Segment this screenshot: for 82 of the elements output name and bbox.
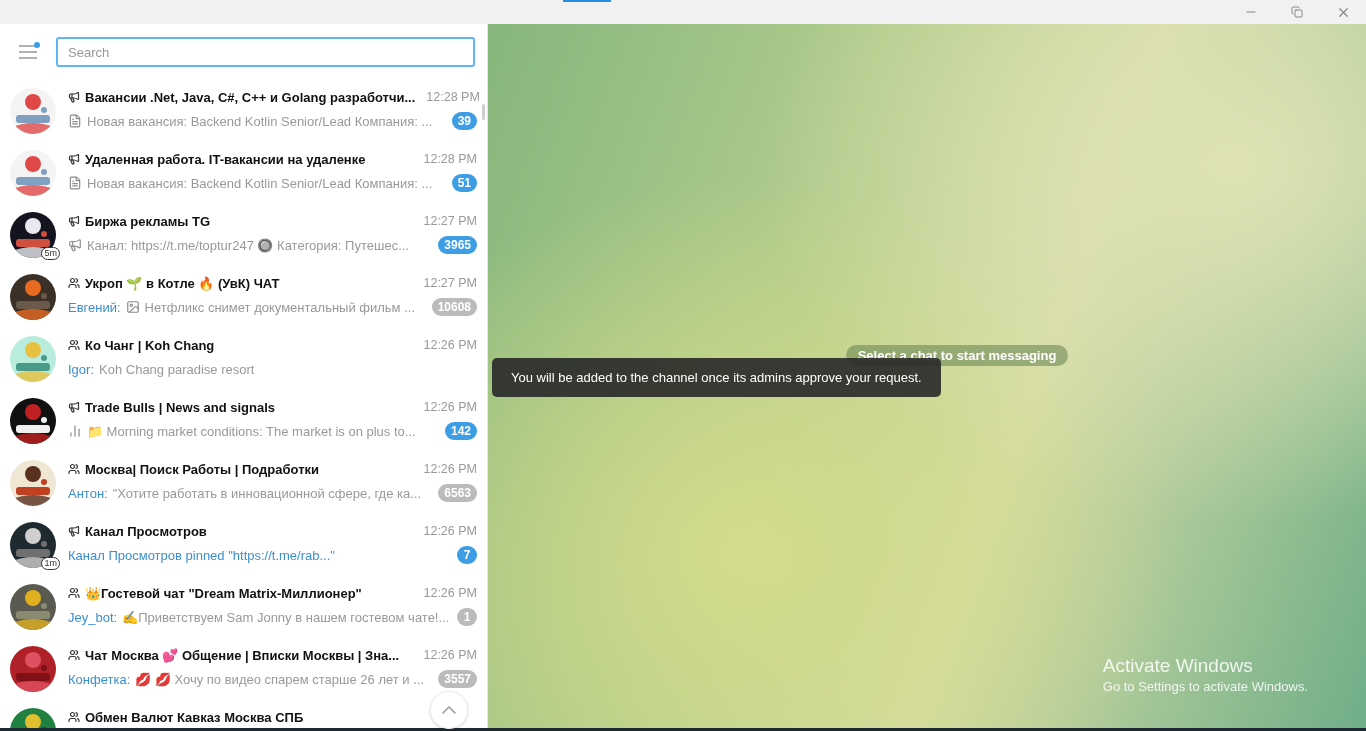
message-preview: 💋 💋 Хочу по видео спарем старше 26 лет и ...	[135, 670, 425, 688]
people-icon	[68, 587, 80, 599]
scroll-up-button[interactable]	[430, 691, 468, 729]
unread-count: 6563	[438, 484, 477, 502]
avatar-badge: 1m	[41, 557, 60, 570]
unread-count: 1	[457, 608, 477, 626]
chat-title: Биржа рекламы TG	[85, 212, 211, 230]
megaphone-icon	[68, 215, 80, 227]
chat-item[interactable]: 👑Гостевой чат "Dream Matrix-Миллионер" 12:26 PM Jey_bot: ✍Приветствуем Sam Jonny в нашем гостевом чате!... 1	[0, 576, 477, 638]
megaphone-icon	[68, 525, 80, 537]
chat-item[interactable]: 1m Канал Просмотров 12:26 PM Канал Просмотров pinned "https://t.me/rab..." 7	[0, 514, 477, 576]
chat-time: 12:28 PM	[425, 89, 480, 105]
message-preview: Канал Просмотров pinned "https://t.me/rab..."	[68, 546, 335, 564]
people-icon	[68, 339, 80, 351]
chat-time: 12:26 PM	[422, 399, 477, 415]
chat-item[interactable]: Чат Москва 💕 Общение | Вписки Москвы | Зна... 12:26 PM Конфетка: 💋 💋 Хочу по видео спарем старше 26 лет и ... 3557	[0, 638, 477, 700]
search-field[interactable]: Search	[56, 37, 475, 67]
chat-title: Чат Москва 💕 Общение | Вписки Москвы | Зна...	[85, 646, 400, 664]
unread-count: 39	[451, 112, 477, 130]
megaphone-icon	[68, 91, 80, 103]
people-icon	[68, 463, 80, 475]
megaphone-icon	[68, 238, 82, 252]
people-icon	[68, 277, 80, 289]
chat-time: 12:26 PM	[422, 337, 477, 353]
unread-count: 142	[444, 422, 477, 440]
unread-count: 51	[451, 174, 477, 192]
avatar-badge: 5m	[41, 247, 60, 260]
chat-item[interactable]: 5m Биржа рекламы TG 12:27 PM Канал: https://t.me/toptur247 🔘 Категория: Путешес... 3965	[0, 204, 477, 266]
message-preview: "Хотите работать в инновационной сфере, где ка...	[112, 484, 422, 502]
document-icon	[68, 176, 82, 190]
unread-count: 7	[457, 546, 477, 564]
activation-text: Go to Settings to activate Windows.	[1102, 679, 1308, 694]
chat-time: 12:28 PM	[422, 151, 477, 167]
image-icon	[125, 300, 140, 314]
bar-chart-icon	[68, 424, 82, 438]
unread-count: 3557	[438, 670, 477, 688]
message-preview: Koh Chang paradise resort	[99, 360, 255, 378]
sender-name: Конфетка:	[68, 670, 131, 688]
chat-item[interactable]: Москва| Поиск Работы | Подработки 12:26 PM Антон: "Хотите работать в инновационной сфере, где ка... 6563	[0, 452, 477, 514]
message-preview: Новая вакансия: Backend Kotlin Senior/Lead Компания: ...	[87, 174, 433, 192]
chat-title: Trade Bulls | News and signals	[85, 398, 276, 416]
message-preview: Канал: https://t.me/toptur247 🔘 Категория: Путешес...	[87, 236, 409, 254]
unread-count: 10608	[431, 298, 477, 316]
sender-name: Igor:	[68, 360, 94, 378]
chat-title: Вакансии .Net, Java, C#, C++ и Golang разработчи...	[85, 88, 416, 106]
chat-time: 12:26 PM	[422, 585, 477, 601]
message-preview: Новая вакансия: Backend Kotlin Senior/Lead Компания: ...	[87, 112, 433, 130]
activation-title: Activate Windows	[1102, 655, 1254, 677]
message-preview: Нетфликс снимет документальный фильм ...	[144, 298, 415, 316]
document-icon	[68, 114, 82, 128]
message-preview: ✍Приветствуем Sam Jonny в нашем гостевом чате!...	[122, 608, 450, 626]
chat-title: Канал Просмотров	[85, 522, 207, 540]
megaphone-icon	[68, 401, 80, 413]
loading-indicator	[563, 0, 611, 2]
people-icon	[68, 711, 80, 723]
restore-icon	[1291, 6, 1303, 18]
chat-title: Ко Чанг | Koh Chang	[85, 336, 215, 354]
chat-title: Укроп 🌱 в Котле 🔥 (УвК) ЧАТ	[85, 274, 280, 292]
chat-title: Москва| Поиск Работы | Подработки	[85, 460, 319, 478]
chat-item[interactable]: Trade Bulls | News and signals 12:26 PM 📁 Morning market conditions: The market is on plus to... 142	[0, 390, 477, 452]
chat-item[interactable]: Укроп 🌱 в Котле 🔥 (УвК) ЧАТ 12:27 PM Евгений: Нетфликс снимет документальный фильм ... 10608	[0, 266, 477, 328]
chat-title: 👑Гостевой чат "Dream Matrix-Миллионер"	[85, 584, 362, 602]
megaphone-icon	[68, 153, 80, 165]
chat-time: 12:26 PM	[422, 461, 477, 477]
chat-time: 12:27 PM	[422, 275, 477, 291]
scrollbar-thumb[interactable]	[482, 104, 485, 120]
chat-item[interactable]: Вакансии .Net, Java, C#, C++ и Golang разработчи... 12:28 PM Новая вакансия: Backend Kotlin Senior/Lead Компания: ... 39	[0, 80, 477, 142]
chat-item[interactable]: Удаленная работа. IT-вакансии на удаленке 12:28 PM Новая вакансия: Backend Kotlin Senior/Lead Компания: ... 51	[0, 142, 477, 204]
unread-count: 3965	[438, 236, 477, 254]
menu-icon	[18, 45, 38, 59]
people-icon	[68, 649, 80, 661]
chat-item[interactable]: Ко Чанг | Koh Chang 12:26 PM Igor: Koh Chang paradise resort	[0, 328, 477, 390]
chat-time: 12:26 PM	[422, 523, 477, 539]
chat-time: 12:26 PM	[422, 647, 477, 663]
sender-name: Евгений:	[68, 298, 121, 316]
chat-time: 12:27 PM	[422, 213, 477, 229]
sender-name: Jey_bot:	[68, 608, 118, 626]
message-preview: 📁 Morning market conditions: The market is on plus to...	[87, 422, 416, 440]
chat-title: Обмен Валют Кавказ Москва СПБ	[85, 708, 304, 726]
sender-name: Антон:	[68, 484, 108, 502]
chat-title: Удаленная работа. IT-вакансии на удаленке	[85, 150, 366, 168]
join-request-toast: You will be added to the channel once its admins approve your request.	[492, 358, 941, 397]
